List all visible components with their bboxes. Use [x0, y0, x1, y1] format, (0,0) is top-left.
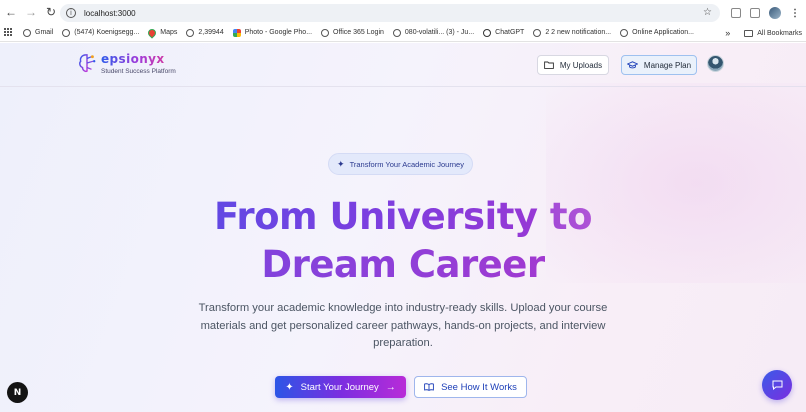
bookmark-item[interactable]: Maps — [146, 26, 178, 39]
bookmark-label: 2,39944 — [198, 29, 224, 36]
globe-icon — [186, 28, 195, 37]
globe-icon — [392, 28, 401, 37]
bookmark-label: Online Application... — [632, 29, 694, 36]
hero-title-line1: From University to — [0, 193, 806, 241]
bookmark-label: Maps — [160, 29, 178, 36]
bookmark-label: 080-volatili... (3) - Ju... — [404, 29, 475, 36]
hero-subtitle: Transform your academic knowledge into i… — [198, 302, 608, 349]
bookmarks-overflow-button[interactable]: » — [725, 28, 730, 38]
hero-title-line2: Dream Career — [0, 241, 806, 289]
all-bookmarks-label: All Bookmarks — [757, 29, 802, 37]
globe-icon — [62, 28, 71, 37]
globe-icon — [321, 28, 330, 37]
bookmark-item[interactable]: Gmail — [23, 28, 54, 37]
globe-icon — [533, 28, 542, 37]
folder-icon — [744, 29, 754, 37]
bookmark-star-icon[interactable]: ☆ — [703, 7, 712, 18]
folder-icon — [544, 61, 554, 69]
bookmark-item[interactable]: Office 365 Login — [321, 28, 384, 37]
url-text[interactable]: localhost:3000 — [84, 9, 136, 18]
chat-bubble-icon — [772, 380, 782, 390]
google-photos-icon — [232, 28, 241, 37]
nextjs-dev-badge[interactable]: N — [7, 382, 28, 403]
user-avatar[interactable] — [707, 55, 724, 72]
brain-logo-icon — [79, 54, 96, 73]
hero-title: From University to Dream Career — [0, 193, 806, 289]
chatgpt-icon — [483, 28, 492, 37]
brand-name: epsionyx — [101, 53, 176, 66]
bookmark-item[interactable]: 2 2 new notification... — [533, 28, 612, 37]
globe-icon — [23, 28, 31, 37]
start-journey-button[interactable]: ✦ Start Your Journey → — [275, 376, 406, 398]
open-book-icon — [424, 383, 434, 391]
bookmark-label: Photo - Google Pho... — [244, 29, 313, 36]
forward-arrow-icon[interactable]: → — [22, 3, 40, 21]
see-how-label: See How It Works — [441, 381, 517, 393]
chat-button[interactable] — [762, 370, 792, 400]
page: epsionyx Student Success Platform My Upl… — [0, 43, 806, 412]
bookmarks-bar: Gmail (5474) Koenigsegg... Maps 2,39944 … — [0, 24, 806, 42]
sparkle-icon: ✦ — [285, 381, 294, 393]
my-uploads-button[interactable]: My Uploads — [537, 55, 609, 75]
bookmark-item[interactable]: 2,39944 — [186, 28, 224, 37]
reload-icon[interactable]: ↻ — [42, 3, 60, 21]
bookmark-label: Gmail — [35, 29, 54, 36]
bookmark-label: 2 2 new notification... — [545, 29, 612, 36]
bookmark-label: Office 365 Login — [333, 29, 384, 36]
my-uploads-label: My Uploads — [559, 60, 603, 70]
all-bookmarks-button[interactable]: All Bookmarks — [744, 29, 802, 37]
bookmark-item[interactable]: ChatGPT — [483, 28, 525, 37]
bookmark-label: ChatGPT — [495, 29, 525, 36]
manage-plan-button[interactable]: Manage Plan — [621, 55, 697, 75]
start-journey-label: Start Your Journey — [300, 381, 379, 393]
apps-grid-icon[interactable] — [4, 28, 13, 37]
back-arrow-icon[interactable]: ← — [2, 3, 20, 21]
brand-tagline: Student Success Platform — [101, 68, 176, 75]
brand-logo[interactable]: epsionyx Student Success Platform — [78, 53, 176, 75]
maps-icon — [146, 26, 158, 39]
see-how-it-works-button[interactable]: See How It Works — [414, 376, 527, 398]
browser-toolbar: ← → ↻ i localhost:3000 ☆ ⋮ — [0, 0, 806, 24]
site-header: epsionyx Student Success Platform My Upl… — [0, 43, 806, 87]
browser-menu-icon[interactable]: ⋮ — [790, 8, 800, 19]
hero-badge-label: Transform Your Academic Journey — [349, 159, 464, 169]
site-info-icon[interactable]: i — [66, 8, 76, 18]
address-bar[interactable]: i localhost:3000 ☆ — [60, 4, 720, 22]
browser-profile-avatar[interactable] — [769, 7, 781, 19]
bookmark-item[interactable]: Photo - Google Pho... — [232, 28, 313, 37]
globe-icon — [620, 28, 629, 37]
graduation-cap-icon — [626, 61, 638, 69]
sparkles-icon: ✦ — [337, 158, 345, 169]
bookmark-item[interactable]: 080-volatili... (3) - Ju... — [392, 28, 475, 37]
manage-plan-label: Manage Plan — [643, 60, 692, 70]
tab-search-icon[interactable] — [731, 8, 741, 18]
bookmark-item[interactable]: Online Application... — [620, 28, 694, 37]
bookmark-label: (5474) Koenigsegg... — [74, 29, 140, 36]
bookmark-item[interactable]: (5474) Koenigsegg... — [62, 28, 140, 37]
arrow-right-icon: → — [385, 381, 396, 393]
hero-badge: ✦ Transform Your Academic Journey — [328, 153, 473, 175]
extensions-icon[interactable] — [750, 8, 760, 18]
